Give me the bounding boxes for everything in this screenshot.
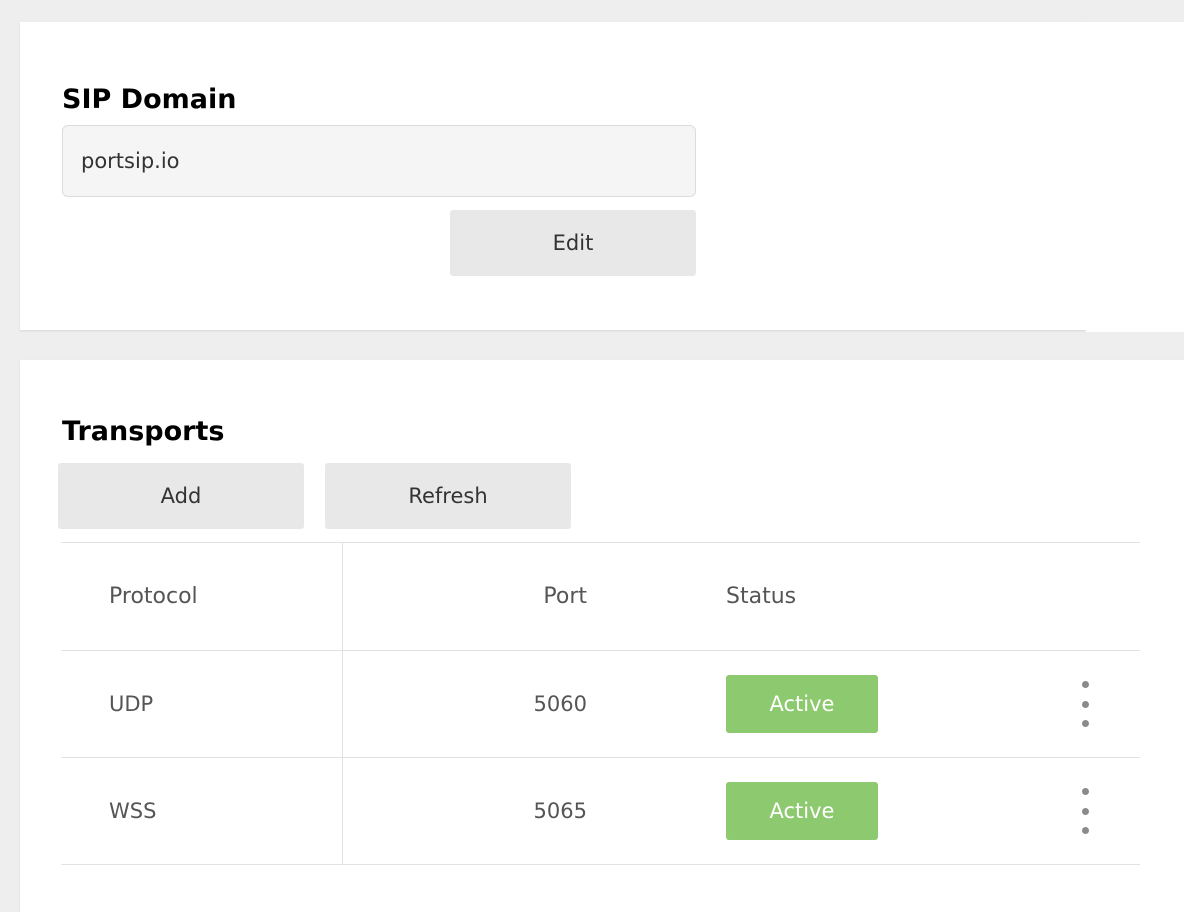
table-header: Protocol Port Status [61, 542, 1140, 651]
protocol-cell: UDP [109, 692, 154, 716]
transports-title: Transports [62, 416, 225, 447]
port-cell: 5065 [533, 799, 587, 823]
add-transport-button[interactable]: Add [58, 463, 304, 529]
more-vertical-icon[interactable] [1075, 681, 1095, 727]
column-header-protocol[interactable]: Protocol [109, 584, 198, 609]
transports-card: Transports Add Refresh Protocol Port Sta… [20, 360, 1184, 912]
table-row[interactable]: WSS 5065 Active [61, 758, 1140, 865]
protocol-cell: WSS [109, 799, 157, 823]
port-cell: 5060 [533, 692, 587, 716]
sip-domain-input[interactable] [62, 125, 696, 197]
table-row[interactable]: UDP 5060 Active [61, 651, 1140, 758]
sip-domain-title: SIP Domain [62, 84, 237, 115]
more-vertical-icon[interactable] [1075, 788, 1095, 834]
sip-domain-card: SIP Domain Edit [20, 22, 1086, 330]
column-header-port[interactable]: Port [361, 584, 587, 609]
sip-domain-card-extension [1086, 22, 1184, 332]
status-badge: Active [726, 782, 878, 840]
edit-button[interactable]: Edit [450, 210, 696, 276]
transports-table: Protocol Port Status UDP 5060 Active WSS… [61, 542, 1140, 865]
refresh-button[interactable]: Refresh [325, 463, 571, 529]
status-badge: Active [726, 675, 878, 733]
column-header-status[interactable]: Status [726, 584, 796, 609]
